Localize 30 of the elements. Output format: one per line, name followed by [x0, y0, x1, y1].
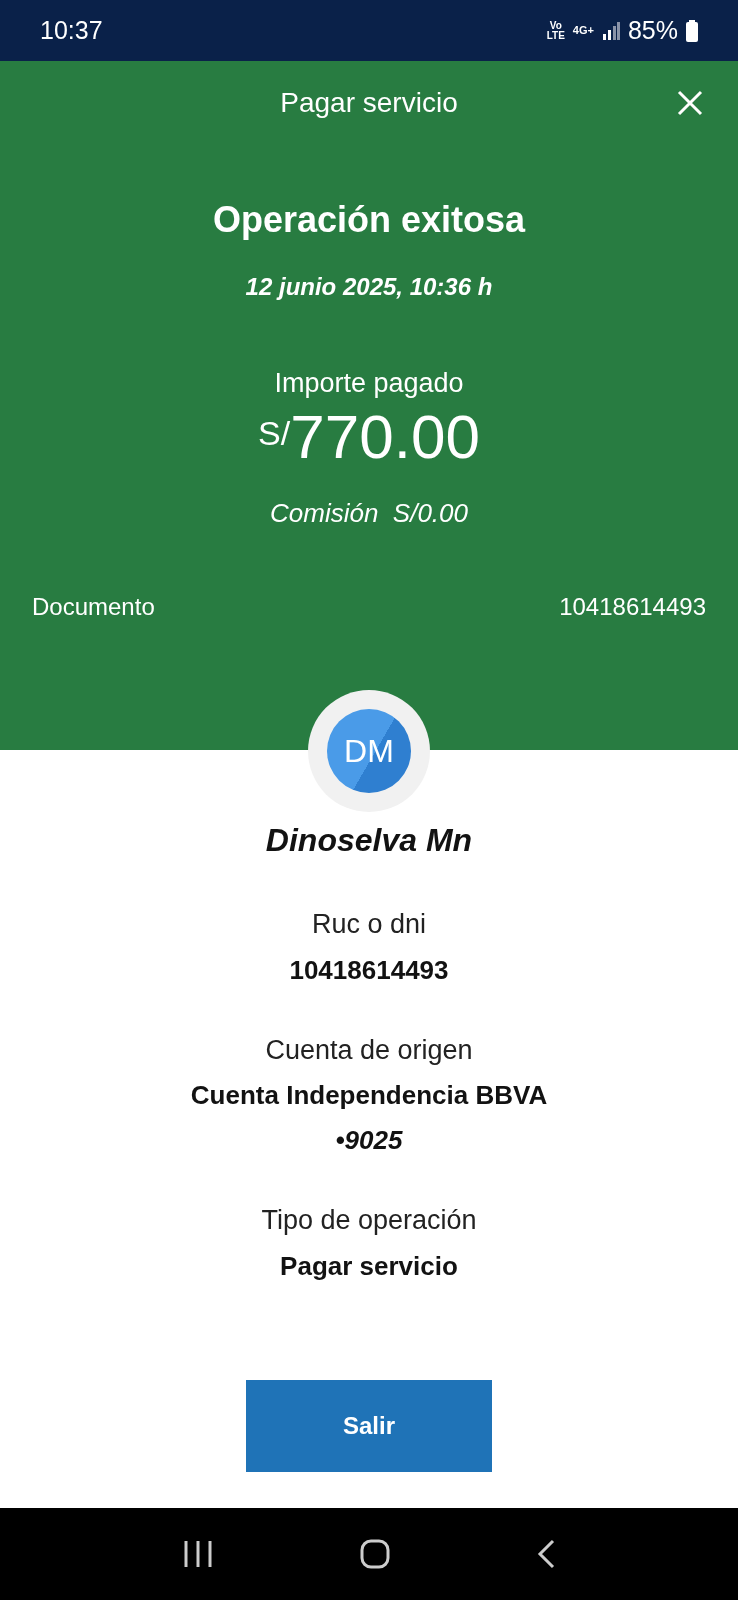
detail-label: Tipo de operación: [261, 1204, 477, 1237]
document-value: 10418614493: [559, 591, 706, 622]
avatar: DM: [327, 709, 411, 793]
volte-label: Vo: [549, 20, 562, 31]
operation-date: 12 junio 2025, 10:36 h: [245, 272, 493, 302]
status-time: 10:37: [40, 14, 103, 46]
account-number: •9025: [335, 1124, 403, 1157]
network-type: 4G+: [572, 23, 594, 39]
result-title: Operación exitosa: [212, 198, 526, 242]
currency-symbol: S/: [258, 412, 291, 452]
detail-label: Ruc o dni: [311, 908, 427, 941]
volte-label: LTE: [546, 30, 565, 41]
payee-name: Dinoselva Mn: [265, 821, 473, 860]
back-icon[interactable]: [536, 1539, 555, 1569]
page-title: Pagar servicio: [280, 86, 458, 120]
close-icon[interactable]: [676, 89, 704, 117]
detail-label: Cuenta de origen: [265, 1033, 473, 1067]
exit-button[interactable]: Salir: [246, 1379, 492, 1472]
signal-icon: [601, 21, 620, 40]
detail-value: Pagar servicio: [280, 1249, 458, 1283]
battery-icon: [686, 19, 698, 42]
detail-value: Cuenta Independencia BBVA: [190, 1079, 548, 1112]
home-icon[interactable]: [360, 1539, 390, 1569]
amount-label: Importe pagado: [274, 367, 464, 400]
recent-apps-icon[interactable]: [183, 1541, 214, 1567]
amount-value: 770.00: [290, 400, 480, 473]
document-label: Documento: [32, 591, 155, 622]
detail-value: 10418614493: [289, 953, 449, 987]
fee-text: Comisión S/0.00: [270, 496, 468, 530]
battery-percent: 85%: [627, 14, 678, 46]
